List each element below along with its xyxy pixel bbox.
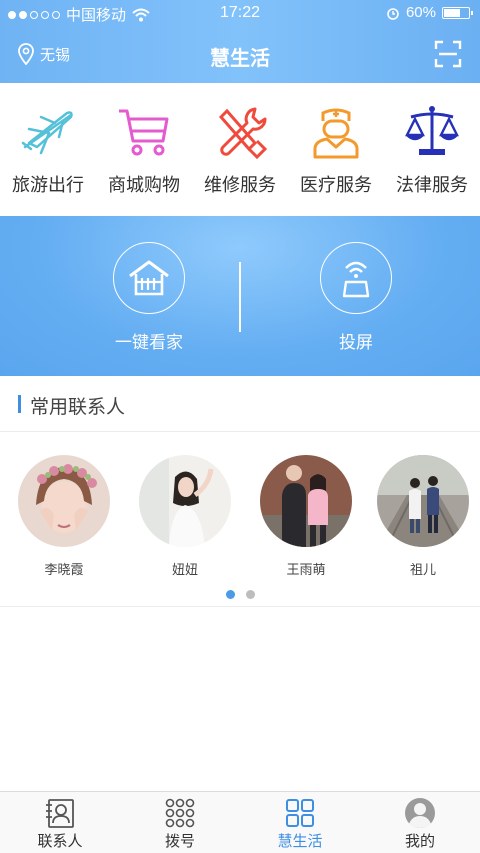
service-label: 维修服务 (204, 175, 276, 195)
airplane-icon (21, 111, 73, 155)
contact-name: 祖儿 (409, 562, 436, 577)
house-icon (129, 260, 169, 296)
tab-label: 拨号 (164, 833, 195, 850)
contacts-section-header: 常用联系人 (0, 376, 480, 432)
tab-bar: 联系人 拨号 慧生活 我的 (0, 791, 480, 853)
contact-name: 王雨萌 (286, 562, 326, 577)
tab-contacts[interactable]: 联系人 (0, 792, 120, 853)
pager-dot[interactable] (245, 590, 255, 599)
contact-name: 李晓霞 (44, 562, 84, 577)
status-bar: 中国移动 17:22 60% (0, 0, 480, 28)
contact-item[interactable]: 祖儿 (377, 455, 469, 578)
service-repair[interactable]: 维修服务 (192, 83, 288, 216)
avatar (260, 455, 352, 547)
contact-name: 妞妞 (171, 562, 198, 577)
scale-icon (405, 106, 459, 155)
tools-icon (218, 107, 268, 160)
tab-dialpad[interactable]: 拨号 (120, 792, 240, 853)
scan-icon[interactable] (434, 40, 462, 68)
home-watch-button[interactable]: 一键看家 (69, 242, 229, 353)
tab-label: 联系人 (37, 833, 83, 850)
grid-icon (286, 799, 314, 827)
service-medical[interactable]: 医疗服务 (288, 83, 384, 216)
doctor-icon (313, 108, 359, 159)
cart-icon (119, 109, 169, 156)
home-watch-label: 一键看家 (115, 333, 183, 352)
service-travel[interactable]: 旅游出行 (0, 83, 96, 216)
nav-bar: 无锡 慧生活 (0, 28, 480, 83)
screen-cast-button[interactable]: 投屏 (276, 242, 436, 353)
battery-percent: 60% (405, 4, 436, 21)
profile-icon (405, 798, 435, 828)
service-label: 商城购物 (108, 175, 180, 195)
avatar (139, 455, 231, 547)
smart-home-banner: 一键看家 投屏 (0, 216, 480, 376)
dialpad-icon (165, 798, 195, 828)
service-legal[interactable]: 法律服务 (384, 83, 480, 216)
service-label: 医疗服务 (300, 175, 372, 195)
cast-icon (342, 261, 370, 298)
tab-profile[interactable]: 我的 (360, 792, 480, 853)
divider (0, 606, 480, 607)
contacts-carousel[interactable]: 李晓霞 妞妞 王雨萌 祖儿 (0, 455, 480, 580)
section-title: 常用联系人 (30, 397, 126, 418)
service-shopping[interactable]: 商城购物 (96, 83, 192, 216)
home-watch-circle (113, 242, 185, 314)
carousel-pager[interactable] (0, 590, 480, 599)
contact-item[interactable]: 李晓霞 (18, 455, 110, 578)
tab-label: 我的 (404, 833, 435, 850)
service-label: 旅游出行 (12, 175, 84, 195)
banner-divider (239, 262, 241, 332)
contacts-icon (46, 799, 74, 828)
screen-cast-circle (320, 242, 392, 314)
pager-dot-active[interactable] (225, 590, 235, 599)
tab-label: 慧生活 (277, 833, 323, 850)
screen-cast-label: 投屏 (339, 333, 373, 352)
avatar (18, 455, 110, 547)
service-label: 法律服务 (396, 175, 468, 195)
status-right: 60% (386, 4, 473, 21)
contact-item[interactable]: 王雨萌 (260, 455, 352, 578)
avatar (377, 455, 469, 547)
battery-icon (442, 6, 473, 19)
alarm-icon (387, 7, 399, 20)
page-title: 慧生活 (210, 48, 270, 70)
tab-smart-life[interactable]: 慧生活 (240, 792, 360, 853)
section-accent-bar (18, 395, 21, 413)
header: 中国移动 17:22 60% 无锡 慧生活 (0, 0, 480, 83)
contact-item[interactable]: 妞妞 (139, 455, 231, 578)
service-grid: 旅游出行 商城购物 维修服务 医疗服务 法律服务 (0, 83, 480, 216)
